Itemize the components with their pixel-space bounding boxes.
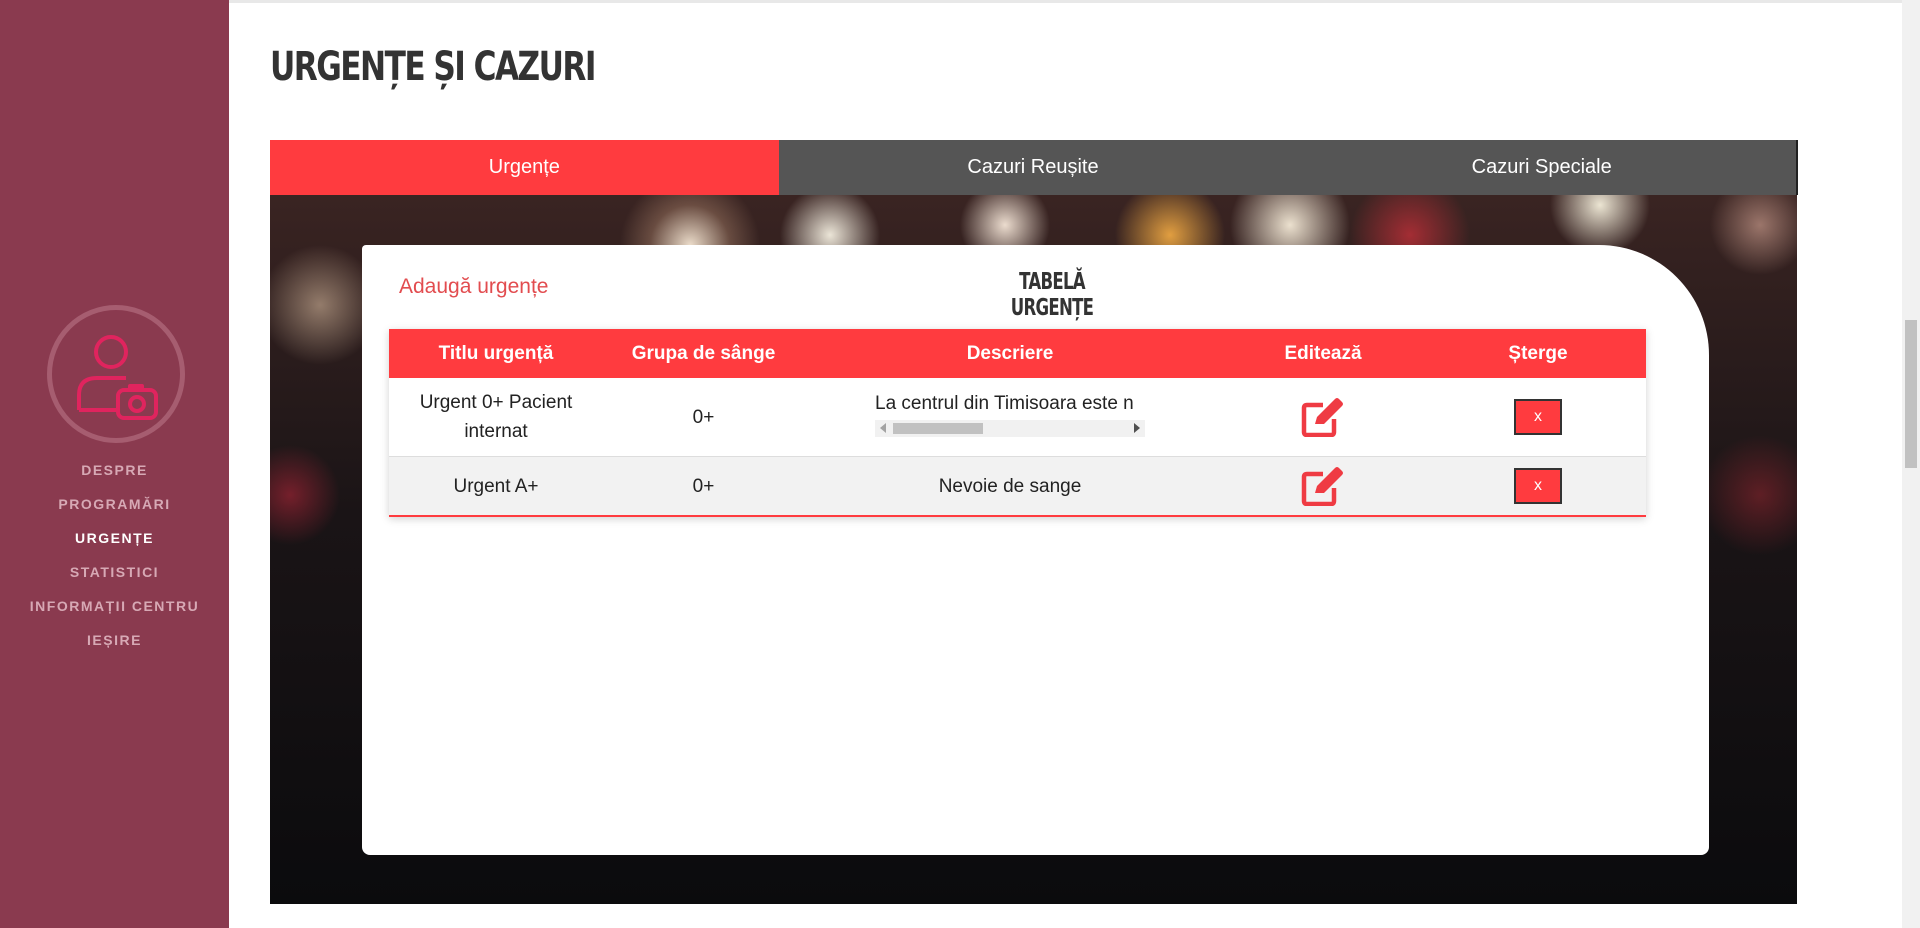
- edit-icon[interactable]: [1301, 397, 1345, 438]
- tab-cazuri-speciale[interactable]: Cazuri Speciale: [1287, 140, 1796, 195]
- sidebar-item-informatii-centru[interactable]: INFORMAȚII CENTRU: [0, 594, 229, 628]
- sidebar: DESPRE PROGRAMĂRI URGENȚE STATISTICI INF…: [0, 0, 229, 928]
- cell-delete: x: [1430, 378, 1646, 457]
- description-scroll-area[interactable]: La centrul din Timisoara este n: [875, 389, 1145, 437]
- urgente-table: Titlu urgență Grupa de sânge Descriere E…: [389, 329, 1646, 517]
- cell-title: Urgent 0+ Pacient internat: [389, 378, 603, 457]
- column-header-sterge: Șterge: [1430, 329, 1646, 378]
- page-scrollbar[interactable]: [1902, 0, 1920, 928]
- page-title: URGENȚE ȘI CAZURI: [270, 44, 596, 90]
- scrollbar-thumb[interactable]: [893, 422, 983, 434]
- urgente-card: Adaugă urgențe TABELĂ URGENȚE Titlu urge…: [362, 245, 1709, 855]
- horizontal-scrollbar[interactable]: [875, 419, 1145, 437]
- tab-urgente[interactable]: Urgențe: [270, 140, 779, 195]
- sidebar-item-statistici[interactable]: STATISTICI: [0, 560, 229, 594]
- cell-blood-group: 0+: [603, 378, 804, 457]
- cell-delete: x: [1430, 456, 1646, 517]
- tab-cazuri-reusite[interactable]: Cazuri Reușite: [779, 140, 1288, 195]
- edit-icon[interactable]: [1301, 466, 1345, 507]
- sidebar-item-iesire[interactable]: IEȘIRE: [0, 628, 229, 662]
- description-text: Nevoie de sange: [938, 475, 1082, 497]
- page-scrollbar-thumb[interactable]: [1905, 320, 1917, 468]
- sidebar-item-despre[interactable]: DESPRE: [0, 458, 229, 492]
- sidebar-item-programari[interactable]: PROGRAMĂRI: [0, 492, 229, 526]
- column-header-titlu: Titlu urgență: [389, 329, 603, 378]
- table-title: TABELĂ URGENȚE: [1010, 269, 1094, 321]
- column-header-editeaza: Editează: [1216, 329, 1430, 378]
- table-row: Urgent 0+ Pacient internat 0+ La centrul…: [389, 378, 1646, 457]
- sidebar-nav: DESPRE PROGRAMĂRI URGENȚE STATISTICI INF…: [0, 458, 229, 662]
- cell-title-text: Urgent 0+ Pacient internat: [419, 392, 573, 442]
- scroll-right-arrow-icon[interactable]: [1134, 422, 1140, 433]
- cell-title: Urgent A+: [389, 456, 603, 517]
- cell-blood-group: 0+: [603, 456, 804, 517]
- cell-description: La centrul din Timisoara este n: [804, 378, 1216, 457]
- bokeh-background-panel: Adaugă urgențe TABELĂ URGENȚE Titlu urge…: [270, 195, 1797, 904]
- sidebar-item-urgente[interactable]: URGENȚE: [0, 526, 229, 560]
- description-text: La centrul din Timisoara este n: [875, 392, 1134, 414]
- cell-edit: [1216, 456, 1430, 517]
- tab-bar: Urgențe Cazuri Reușite Cazuri Speciale: [270, 140, 1798, 195]
- top-divider: [229, 0, 1920, 3]
- cell-edit: [1216, 378, 1430, 457]
- table-header-row: Titlu urgență Grupa de sânge Descriere E…: [389, 329, 1646, 378]
- cell-description: Nevoie de sange: [804, 456, 1216, 517]
- delete-button[interactable]: x: [1514, 399, 1562, 435]
- scroll-left-arrow-icon[interactable]: [880, 422, 886, 433]
- avatar[interactable]: [47, 305, 185, 443]
- user-camera-icon: [77, 335, 158, 420]
- table-row: Urgent A+ 0+ Nevoie de sange x: [389, 456, 1646, 517]
- delete-button[interactable]: x: [1514, 468, 1562, 504]
- add-urgente-link[interactable]: Adaugă urgențe: [399, 275, 548, 299]
- column-header-grupa: Grupa de sânge: [603, 329, 804, 378]
- column-header-descriere: Descriere: [804, 329, 1216, 378]
